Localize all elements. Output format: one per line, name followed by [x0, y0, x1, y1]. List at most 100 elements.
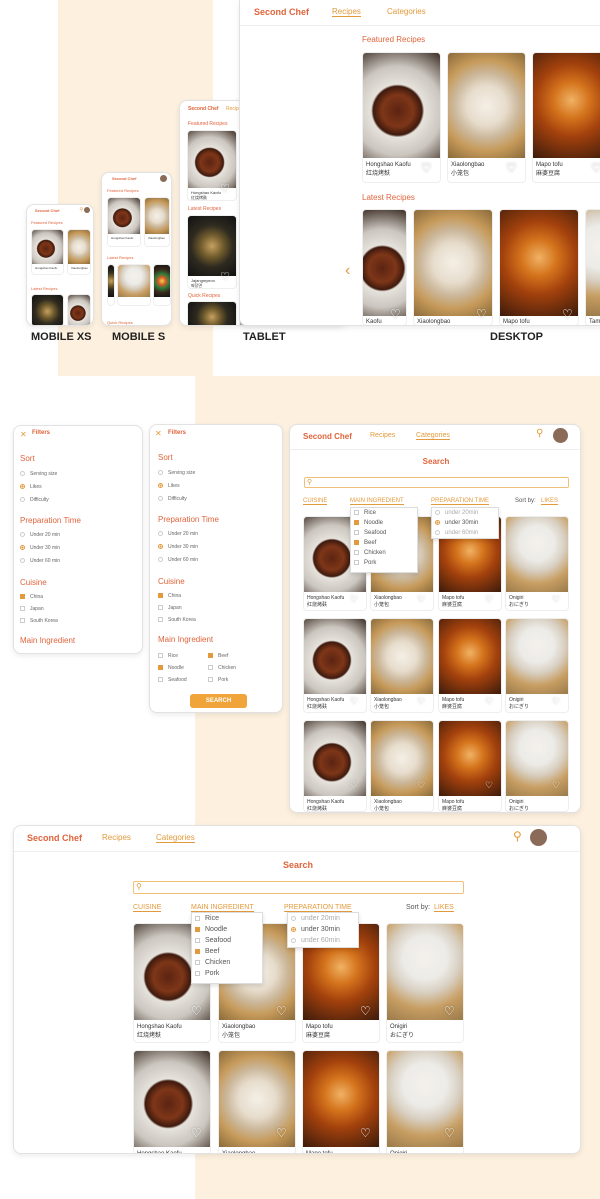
recipe-card[interactable]: ♡ Xiaolongbao 小笼包 — [370, 720, 434, 812]
heart-icon[interactable]: ♡ — [276, 1127, 290, 1142]
heart-icon[interactable]: ♡ — [350, 696, 361, 707]
main-ingredient-filter[interactable]: MAIN INGREDIENT — [350, 498, 404, 505]
brand-logo[interactable]: Second Chef — [27, 833, 82, 843]
recipe-card[interactable]: ♡ Onigiri おにぎり — [505, 720, 569, 812]
brand-logo[interactable]: Second Chef — [112, 176, 136, 181]
ingredient-option[interactable]: Chicken — [354, 550, 386, 556]
prep-option[interactable]: Under 30 min — [20, 545, 60, 551]
prep-option[interactable]: Under 20 min — [158, 531, 198, 537]
ingredient-option[interactable]: Seafood — [354, 530, 386, 536]
sort-option[interactable]: Difficulty — [158, 496, 187, 502]
close-icon[interactable]: ✕ — [20, 430, 27, 439]
time-option[interactable]: under 20min — [435, 510, 478, 516]
recipe-card[interactable]: Xiaolongbao — [67, 229, 91, 275]
time-option[interactable]: under 20min — [291, 915, 340, 922]
ingredient-option[interactable]: Rice — [354, 510, 376, 516]
heart-icon[interactable]: ♡ — [360, 1005, 374, 1020]
ingredient-option[interactable]: Seafood — [158, 677, 187, 683]
recipe-card[interactable]: ♡ Onigiri — [386, 1050, 464, 1153]
ingredient-option[interactable]: Pork — [195, 970, 219, 977]
recipe-card[interactable]: ♡ Xiaolongbao 小笼包 — [370, 618, 434, 713]
ingredient-option[interactable]: Noodle — [158, 665, 184, 671]
recipe-card[interactable]: Xiaolongbao — [144, 197, 170, 247]
nav-categories[interactable]: Categories — [416, 432, 450, 440]
heart-icon[interactable]: ♡ — [444, 1127, 458, 1142]
heart-icon[interactable]: ♡ — [591, 162, 600, 177]
heart-icon[interactable]: ♡ — [360, 1127, 374, 1142]
sort-option[interactable]: Serving size — [20, 471, 57, 477]
recipe-card[interactable]: ♡ Xiaolongbao — [218, 1050, 296, 1153]
ingredient-option[interactable]: Seafood — [195, 937, 231, 944]
prep-option[interactable]: Under 60 min — [20, 558, 60, 564]
cuisine-filter[interactable]: CUISINE — [133, 904, 162, 912]
recipe-card[interactable] — [153, 264, 171, 306]
prep-time-filter[interactable]: PREPARATION TIME — [284, 904, 352, 912]
heart-icon[interactable]: ♡ — [562, 308, 573, 320]
time-option[interactable]: under 60min — [291, 937, 340, 944]
prep-option[interactable]: Under 30 min — [158, 544, 198, 550]
prep-time-filter[interactable]: PREPARATION TIME — [431, 498, 490, 505]
main-ingredient-filter[interactable]: MAIN INGREDIENT — [191, 904, 254, 912]
sort-likes[interactable]: LIKES — [434, 904, 454, 912]
heart-icon[interactable]: ♡ — [191, 1127, 205, 1142]
cuisine-option[interactable]: South Korea — [20, 618, 58, 624]
heart-icon[interactable]: ♡ — [476, 308, 487, 320]
avatar[interactable] — [84, 207, 90, 213]
heart-icon[interactable]: ♡ — [350, 780, 361, 791]
nav-categories[interactable]: Categories — [387, 7, 426, 16]
heart-icon[interactable]: ♡ — [552, 780, 563, 791]
nav-recipes[interactable]: Recipes — [102, 833, 131, 842]
heart-icon[interactable]: ♡ — [220, 272, 231, 283]
sort-option[interactable]: Likes — [158, 483, 180, 489]
avatar[interactable] — [530, 829, 547, 846]
heart-icon[interactable]: ♡ — [421, 162, 435, 177]
cuisine-option[interactable]: China — [20, 594, 43, 600]
ingredient-option[interactable]: Rice — [195, 915, 219, 922]
ingredient-option[interactable]: Noodle — [195, 926, 227, 933]
time-option[interactable]: under 30min — [291, 926, 340, 933]
heart-icon[interactable]: ♡ — [485, 594, 496, 605]
sort-option[interactable]: Difficulty — [20, 497, 49, 503]
heart-icon[interactable]: ♡ — [220, 184, 231, 195]
brand-logo[interactable]: Second Chef — [188, 106, 219, 112]
heart-icon[interactable]: ♡ — [485, 780, 496, 791]
brand-logo[interactable]: Second Chef — [254, 7, 309, 17]
heart-icon[interactable]: ♡ — [485, 696, 496, 707]
sort-option[interactable]: Likes — [20, 484, 42, 490]
recipe-card[interactable]: ♡ Hongshao Kaofu 红烧烤麸 — [303, 618, 367, 713]
recipe-card[interactable]: ♡ Mapo tofu 麻婆豆腐 — [532, 52, 600, 183]
cuisine-filter[interactable]: CUISINE — [303, 498, 328, 505]
prep-option[interactable]: Under 20 min — [20, 532, 60, 538]
nav-recipes[interactable]: Recipes — [332, 7, 361, 17]
time-option[interactable]: under 30min — [435, 520, 478, 526]
search-icon[interactable]: ⚲ — [536, 428, 543, 439]
nav-categories[interactable]: Categories — [156, 833, 195, 843]
recipe-card[interactable]: ♡ Xiaolongbao 小笼包 — [447, 52, 526, 183]
ingredient-option[interactable]: Pork — [208, 677, 228, 683]
chevron-left-icon[interactable]: ‹ — [345, 262, 350, 280]
heart-icon[interactable]: ♡ — [506, 162, 520, 177]
recipe-card[interactable] — [107, 264, 115, 306]
recipe-card[interactable]: ♡ Mapo tofu — [499, 209, 579, 325]
search-icon[interactable]: ⚲ — [79, 207, 83, 213]
heart-icon[interactable]: ♡ — [552, 696, 563, 707]
avatar[interactable] — [553, 428, 568, 443]
ingredient-option[interactable]: Pork — [354, 560, 376, 566]
cuisine-option[interactable]: China — [158, 593, 181, 599]
recipe-card[interactable]: ♡ Onigiri おにぎり — [505, 618, 569, 713]
recipe-card[interactable]: ♡ Mapo tofu 麻婆豆腐 — [438, 720, 502, 812]
avatar[interactable] — [160, 175, 167, 182]
recipe-card[interactable] — [117, 264, 151, 306]
cuisine-option[interactable]: Japan — [20, 606, 44, 612]
recipe-card[interactable] — [31, 294, 64, 325]
heart-icon[interactable]: ♡ — [350, 594, 361, 605]
ingredient-option[interactable]: Beef — [195, 948, 219, 955]
search-button[interactable]: SEARCH — [190, 694, 247, 708]
heart-icon[interactable]: ♡ — [417, 594, 428, 605]
search-input[interactable]: ⚲ — [304, 477, 569, 488]
recipe-card[interactable] — [67, 294, 91, 325]
recipe-card[interactable]: Hongshao Kaofu — [31, 229, 64, 275]
recipe-card[interactable]: Tama — [585, 209, 600, 325]
close-icon[interactable]: ✕ — [155, 429, 162, 438]
cuisine-option[interactable]: South Korea — [158, 617, 196, 623]
